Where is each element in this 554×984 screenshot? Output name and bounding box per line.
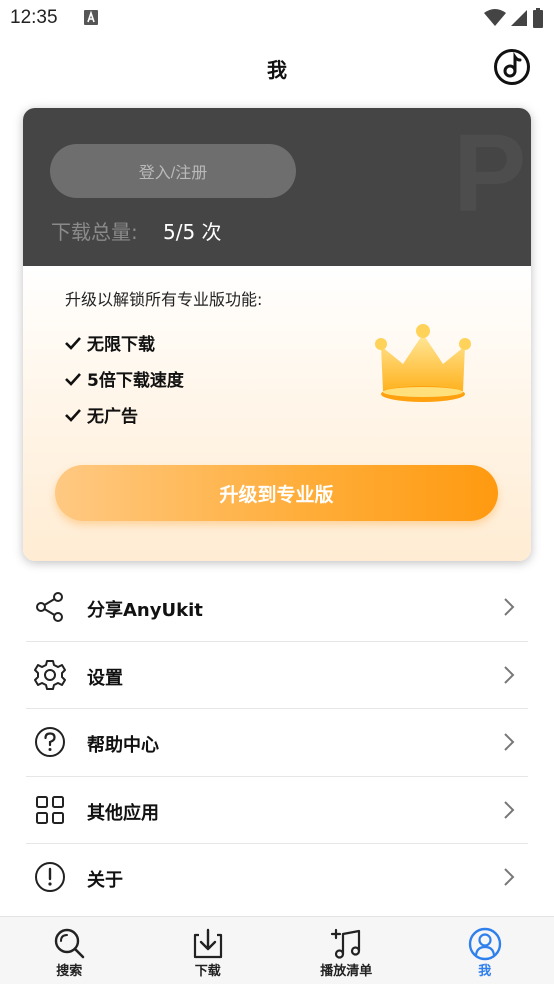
menu-item-label: 帮助中心 [87,735,159,756]
page-title: 我 [267,58,287,82]
download-total-label: 下载总量: [51,220,138,244]
feature-label: 无广告 [87,407,138,427]
menu-item-settings[interactable]: 设置 [26,642,528,709]
wifi-icon [484,9,506,26]
feature-item: 5倍下载速度 [63,366,184,391]
playlist-icon [331,928,361,959]
menu-item-share[interactable]: 分享AnyUkit [26,574,528,642]
battery-icon [533,8,543,28]
upgrade-button[interactable]: 升级到专业版 [55,465,498,521]
menu-item-help[interactable]: 帮助中心 [26,709,528,777]
nav-label: 我 [478,964,492,979]
status-icons [484,8,544,28]
check-icon [65,372,81,386]
check-icon [65,336,81,350]
menu-item-other-apps[interactable]: 其他应用 [26,777,528,844]
download-icon [193,928,222,959]
pro-watermark: P [453,112,527,235]
download-total-value: 5/5 次 [163,220,222,244]
nav-search[interactable]: 搜索 [0,917,139,984]
menu-list: 分享AnyUkit 设置 帮助中心 其他应用 关于 [26,574,528,912]
feature-item: 无限下载 [63,330,155,355]
nav-download[interactable]: 下载 [139,917,278,984]
check-icon [65,408,81,422]
menu-item-about[interactable]: 关于 [26,844,528,912]
share-icon [36,592,63,622]
chevron-right-icon [504,665,515,684]
pro-card: P 登入/注册 下载总量: 5/5 次 升级以解锁所有专业版功能: 无限下载 5… [23,108,531,561]
status-time: 12:35 [10,7,58,28]
nav-label: 下载 [194,964,221,979]
signal-icon [511,10,527,26]
menu-item-label: 分享AnyUkit [87,600,203,621]
feature-label: 无限下载 [87,335,155,355]
gear-icon [34,659,66,690]
header: 我 [0,36,554,98]
help-icon [35,727,65,757]
notification-a-icon [84,10,98,25]
menu-item-label: 其他应用 [87,802,159,824]
nav-playlist[interactable]: 播放清单 [277,917,416,984]
music-note-icon[interactable] [493,48,531,86]
account-panel: P 登入/注册 下载总量: 5/5 次 [23,108,531,266]
crown-icon [375,324,471,402]
bottom-nav: 搜索 下载 播放清单 我 [0,916,554,984]
upgrade-intro: 升级以解锁所有专业版功能: [65,290,263,309]
grid-icon [36,795,64,824]
chevron-right-icon [504,733,515,751]
user-icon [468,927,501,961]
menu-item-label: 关于 [87,870,123,891]
search-icon [55,928,85,959]
chevron-right-icon [504,868,515,886]
menu-item-label: 设置 [87,667,123,689]
upgrade-panel: 升级以解锁所有专业版功能: 无限下载 5倍下载速度 无广告 升级到专业版 [23,266,531,561]
chevron-right-icon [504,598,515,616]
nav-label: 搜索 [56,964,83,979]
status-bar: 12:35 [0,0,554,36]
info-icon [35,862,65,892]
nav-label: 播放清单 [320,964,373,979]
nav-me[interactable]: 我 [416,917,554,984]
login-button[interactable]: 登入/注册 [50,144,296,198]
chevron-right-icon [504,800,515,819]
feature-label: 5倍下载速度 [87,371,184,391]
feature-item: 无广告 [63,402,138,427]
